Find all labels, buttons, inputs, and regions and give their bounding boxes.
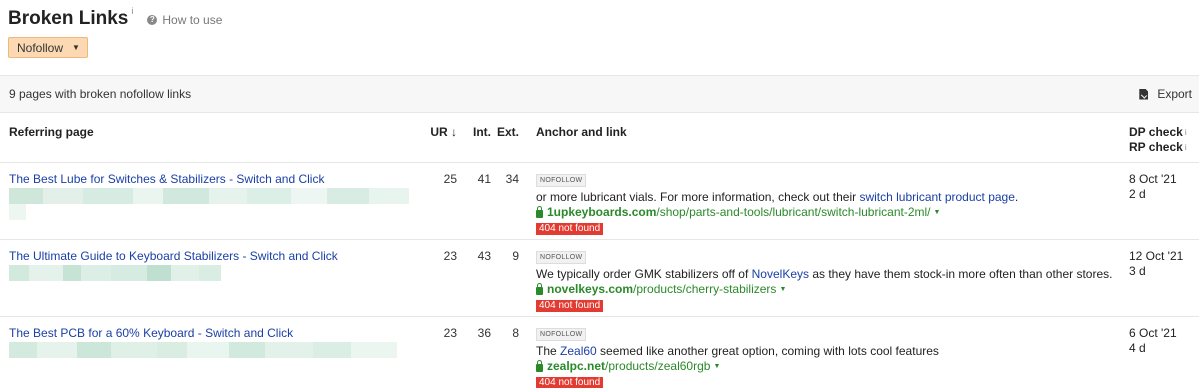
- download-icon: [1139, 88, 1149, 100]
- broken-links-table: Referring page UR ↓ Int. Ext. Anchor and…: [0, 113, 1199, 388]
- anchor-link[interactable]: switch lubricant product page: [859, 190, 1014, 204]
- col-ur-label: UR: [430, 125, 448, 139]
- dp-check-date: 12 Oct '21: [1129, 248, 1184, 263]
- how-to-use-link[interactable]: ? How to use: [147, 13, 222, 27]
- info-icon[interactable]: i: [131, 6, 133, 16]
- ur-value: 25: [426, 162, 461, 240]
- nofollow-filter-dropdown[interactable]: Nofollow ▼: [8, 37, 88, 58]
- export-label: Export: [1157, 87, 1192, 101]
- referring-page-link[interactable]: The Best Lube for Switches & Stabilizers…: [9, 172, 426, 187]
- anchor-text: or more lubricant vials. For more inform…: [536, 189, 1019, 204]
- chevron-down-icon[interactable]: ▼: [713, 359, 720, 374]
- target-url[interactable]: 1upkeyboards.com/shop/parts-and-tools/lu…: [536, 205, 1123, 220]
- int-value: 43: [461, 239, 495, 317]
- chevron-down-icon[interactable]: ▼: [934, 205, 941, 220]
- anchor-text: We typically order GMK stabilizers off o…: [536, 266, 1113, 281]
- anchor-link[interactable]: Zeal60: [560, 344, 597, 358]
- table-row: The Ultimate Guide to Keyboard Stabilize…: [0, 239, 1199, 317]
- sort-desc-icon: ↓: [451, 125, 457, 139]
- col-dp-check-label: DP check: [1129, 125, 1183, 139]
- table-header-row: Referring page UR ↓ Int. Ext. Anchor and…: [0, 113, 1199, 163]
- ext-value: 9: [495, 239, 529, 317]
- table-row: The Best Lube for Switches & Stabilizers…: [0, 162, 1199, 240]
- target-url[interactable]: zealpc.net/products/zeal60rgb ▼: [536, 359, 1123, 374]
- export-button[interactable]: Export: [1139, 87, 1192, 101]
- col-int[interactable]: Int.: [461, 113, 495, 163]
- nofollow-tag: NOFOLLOW: [536, 173, 587, 187]
- status-badge: 404 not found: [536, 222, 604, 235]
- lock-icon: [536, 205, 543, 218]
- info-icon[interactable]: i: [1185, 143, 1187, 152]
- chevron-down-icon[interactable]: ▼: [779, 282, 786, 297]
- int-value: 36: [461, 316, 495, 388]
- chevron-down-icon: ▼: [72, 43, 80, 52]
- col-ur[interactable]: UR ↓: [426, 113, 461, 163]
- lock-icon: [536, 282, 543, 295]
- col-rp-check-label: RP check: [1129, 140, 1183, 154]
- lock-icon: [536, 359, 543, 372]
- int-value: 41: [461, 162, 495, 240]
- nofollow-tag: NOFOLLOW: [536, 250, 587, 264]
- info-icon[interactable]: i: [1185, 128, 1187, 137]
- table-row: The Best PCB for a 60% Keyboard - Switch…: [0, 316, 1199, 388]
- status-badge: 404 not found: [536, 299, 604, 312]
- how-to-use-label: How to use: [162, 13, 223, 27]
- results-count: 9 pages with broken nofollow links: [9, 87, 192, 101]
- blurred-url: [9, 187, 409, 220]
- question-icon: ?: [147, 15, 158, 25]
- ur-value: 23: [426, 239, 461, 317]
- dp-check-date: 6 Oct '21: [1129, 325, 1177, 340]
- col-anchor-and-link[interactable]: Anchor and link: [529, 113, 1123, 163]
- referring-page-link[interactable]: The Best PCB for a 60% Keyboard - Switch…: [9, 326, 426, 341]
- col-referring-page[interactable]: Referring page: [0, 113, 426, 163]
- page-header: Broken Links i ? How to use: [8, 4, 222, 30]
- rp-check-value: 3 d: [1129, 263, 1146, 278]
- referring-page-link[interactable]: The Ultimate Guide to Keyboard Stabilize…: [9, 249, 426, 264]
- anchor-text: The Zeal60 seemed like another great opt…: [536, 343, 939, 358]
- target-url[interactable]: novelkeys.com/products/cherry-stabilizer…: [536, 282, 1123, 297]
- filter-label: Nofollow: [17, 40, 64, 55]
- ext-value: 34: [495, 162, 529, 240]
- page-title: Broken Links: [8, 8, 129, 29]
- col-ext[interactable]: Ext.: [495, 113, 529, 163]
- ext-value: 8: [495, 316, 529, 388]
- dp-check-date: 8 Oct '21: [1129, 171, 1177, 186]
- rp-check-value: 2 d: [1129, 186, 1146, 201]
- blurred-url: [9, 264, 221, 281]
- anchor-link[interactable]: NovelKeys: [752, 267, 809, 281]
- blurred-url: [9, 341, 397, 358]
- status-badge: 404 not found: [536, 376, 604, 388]
- nofollow-tag: NOFOLLOW: [536, 327, 587, 341]
- col-dp-rp-check[interactable]: DP check i RP check i: [1123, 113, 1199, 163]
- rp-check-value: 4 d: [1129, 340, 1146, 355]
- results-summary-bar: 9 pages with broken nofollow links Expor…: [0, 75, 1199, 113]
- ur-value: 23: [426, 316, 461, 388]
